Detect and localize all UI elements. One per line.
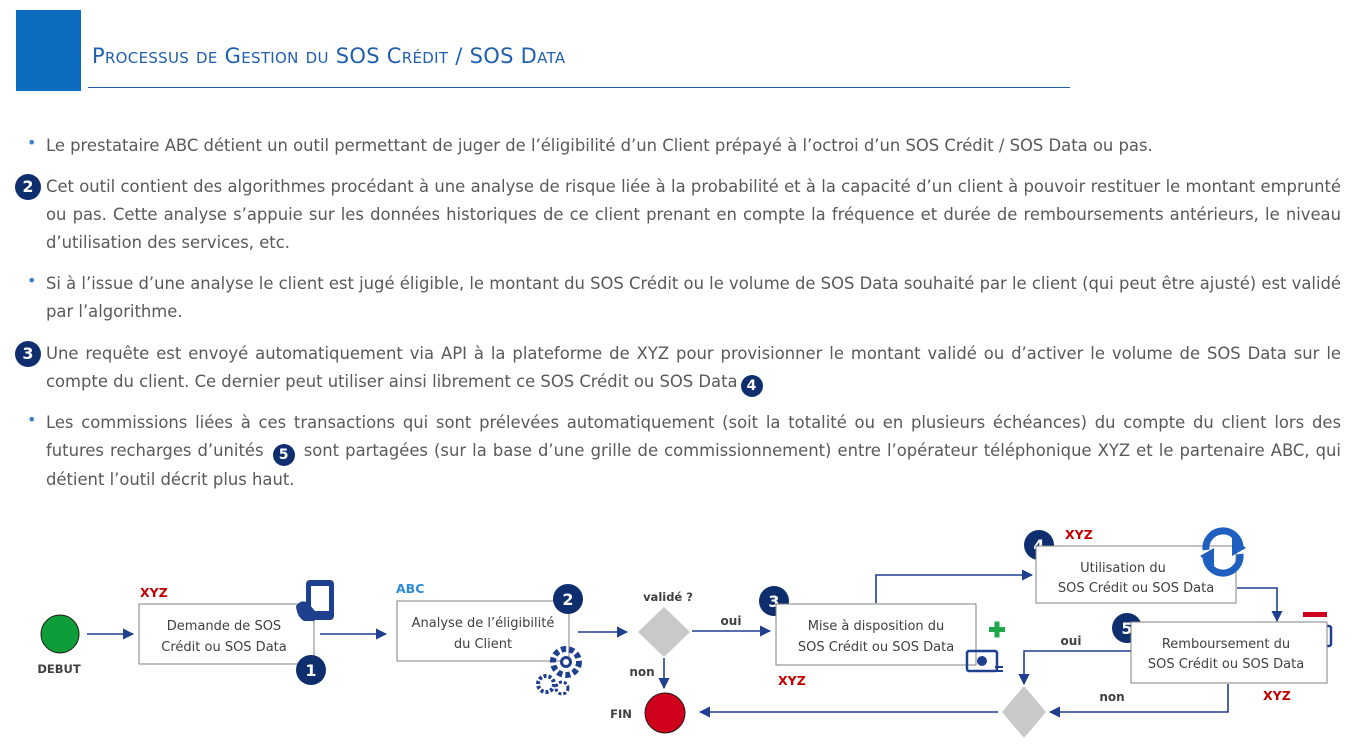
decision-question: validé ?: [643, 590, 693, 604]
step-box-analyse: [396, 600, 570, 662]
connector-remboursement-decision-oui: [1018, 650, 1132, 686]
connector-remboursement-decision-non: [1048, 684, 1229, 718]
step-text-line: Demande de SOS: [167, 619, 281, 634]
step-text-line: SOS Crédit ou SOS Data: [798, 640, 954, 655]
step-text-line: Mise à disposition du: [808, 619, 945, 634]
step-text-line: Utilisation du: [1080, 561, 1166, 576]
actor-label: XYZ: [1065, 527, 1093, 542]
step-text-line: Remboursement du: [1162, 637, 1290, 652]
step-text-line: Crédit ou SOS Data: [161, 640, 286, 655]
phone-hand-icon: [296, 580, 334, 621]
minus-sign: [1303, 612, 1327, 617]
connector-mise-utilisation: [875, 569, 1034, 603]
decision-repayment: [1002, 686, 1046, 738]
step-text-line: SOS Crédit ou SOS Data: [1148, 657, 1304, 672]
actor-label: XYZ: [778, 673, 806, 688]
step-badge-number: 2: [562, 590, 573, 609]
process-diagram: DEBUT FIN XYZ Demande de SOS Crédit ou S…: [37, 527, 1333, 738]
start-event: [40, 614, 80, 654]
decision-no-label: non: [629, 665, 654, 679]
step-box-remboursement: [1130, 621, 1328, 684]
decision-yes-label: oui: [1061, 634, 1082, 648]
end-event: [644, 692, 686, 734]
decision-yes-label: oui: [721, 614, 742, 628]
start-label: DEBUT: [37, 662, 81, 676]
step-box-mise: [775, 603, 977, 666]
connector-utilisation-remboursement: [1237, 587, 1283, 623]
step-badge-number: 1: [305, 661, 316, 680]
step-box-demande: [138, 603, 315, 665]
end-label: FIN: [610, 707, 632, 721]
actor-label: XYZ: [140, 585, 168, 600]
step-text-line: Analyse de l’éligibilité: [412, 616, 555, 631]
step-text-line: du Client: [454, 637, 512, 652]
actor-label: ABC: [396, 581, 424, 596]
decision-no-label: non: [1099, 690, 1124, 704]
actor-label: XYZ: [1263, 688, 1291, 703]
step-text-line: SOS Crédit ou SOS Data: [1058, 581, 1214, 596]
decision-validation: [638, 607, 690, 657]
